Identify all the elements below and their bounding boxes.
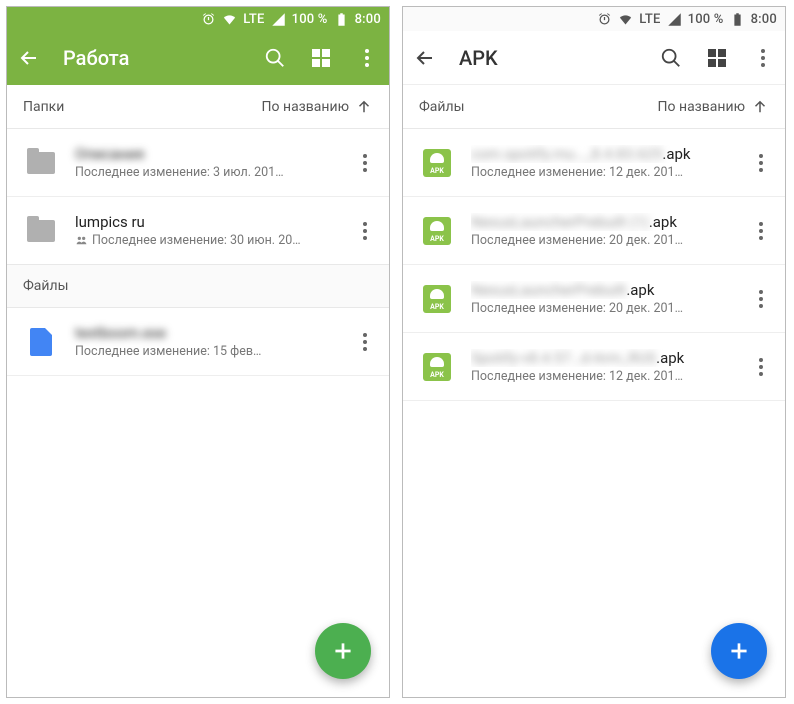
alarm-icon <box>201 12 216 27</box>
apk-icon: APK <box>419 285 455 313</box>
item-subtitle: Последнее изменение: 3 июл. 201… <box>75 165 331 180</box>
item-name: NexusLauncherPrebuilt.apk <box>471 281 727 299</box>
item-subtitle: Последнее изменение: 30 июн. 20… <box>75 233 331 248</box>
content-list: APK com.spotify.mu…_8.4.83.625.apk После… <box>403 129 785 697</box>
section-header-folders: Папки По названию <box>7 85 389 129</box>
item-more-button[interactable] <box>743 349 779 385</box>
file-row[interactable]: APK com.spotify.mu…_8.4.83.625.apk После… <box>403 129 785 197</box>
signal-icon <box>667 12 682 27</box>
item-subtitle: Последнее изменение: 20 дек. 201… <box>471 301 727 316</box>
overflow-button[interactable] <box>355 46 379 70</box>
app-bar: APK <box>403 31 785 85</box>
sort-label: По названию <box>658 99 745 115</box>
sort-label: По названию <box>262 99 349 115</box>
phone-left: LTE 100 % 8:00 Работа Папки По названию <box>6 6 390 698</box>
item-more-button[interactable] <box>743 145 779 181</box>
battery-pct: 100 % <box>688 12 724 27</box>
back-button[interactable] <box>413 46 437 70</box>
search-button[interactable] <box>659 46 683 70</box>
item-name: textboom.exe <box>75 324 331 342</box>
network-label: LTE <box>639 12 660 27</box>
file-icon <box>23 328 59 356</box>
file-row[interactable]: APK NexusLauncherPrebuilt.apk Последнее … <box>403 265 785 333</box>
sort-button[interactable]: По названию <box>262 98 373 116</box>
folder-icon <box>23 220 59 242</box>
phone-right: LTE 100 % 8:00 APK Файлы По названию <box>402 6 786 698</box>
battery-pct: 100 % <box>292 12 328 27</box>
file-row[interactable]: textboom.exe Последнее изменение: 15 фев… <box>7 308 389 376</box>
section-header-files: Файлы По названию <box>403 85 785 129</box>
apk-icon: APK <box>419 149 455 177</box>
content-list: Описания Последнее изменение: 3 июл. 201… <box>7 129 389 697</box>
status-bar: LTE 100 % 8:00 <box>403 7 785 31</box>
item-more-button[interactable] <box>743 281 779 317</box>
fab-add[interactable] <box>711 623 767 679</box>
item-subtitle: Последнее изменение: 20 дек. 201… <box>471 233 727 248</box>
item-name: Spotify-v8.4.57…d-Arm_RUS.apk <box>471 349 727 367</box>
file-row[interactable]: APK Spotify-v8.4.57…d-Arm_RUS.apk Послед… <box>403 333 785 401</box>
clock: 8:00 <box>751 12 777 27</box>
signal-icon <box>271 12 286 27</box>
item-name: lumpics ru <box>75 213 331 231</box>
item-more-button[interactable] <box>347 145 383 181</box>
network-label: LTE <box>243 12 264 27</box>
shared-icon <box>75 234 88 247</box>
arrow-up-icon <box>751 98 769 116</box>
clock: 8:00 <box>355 12 381 27</box>
app-bar: Работа <box>7 31 389 85</box>
item-name: NexusLauncherPrebuilt (1).apk <box>471 213 727 231</box>
wifi-icon <box>222 12 237 27</box>
item-subtitle: Последнее изменение: 12 дек. 201… <box>471 369 727 384</box>
item-name: Описания <box>75 145 331 163</box>
item-name: com.spotify.mu…_8.4.83.625.apk <box>471 145 727 163</box>
battery-icon <box>334 12 349 27</box>
alarm-icon <box>597 12 612 27</box>
overflow-button[interactable] <box>751 46 775 70</box>
item-more-button[interactable] <box>743 213 779 249</box>
search-button[interactable] <box>263 46 287 70</box>
folder-icon <box>23 152 59 174</box>
file-row[interactable]: APK NexusLauncherPrebuilt (1).apk Послед… <box>403 197 785 265</box>
sort-button[interactable]: По названию <box>658 98 769 116</box>
item-subtitle: Последнее изменение: 12 дек. 201… <box>471 165 727 180</box>
page-title: APK <box>459 46 637 70</box>
status-bar: LTE 100 % 8:00 <box>7 7 389 31</box>
page-title: Работа <box>63 46 241 70</box>
folder-row[interactable]: Описания Последнее изменение: 3 июл. 201… <box>7 129 389 197</box>
item-subtitle: Последнее изменение: 15 фев… <box>75 344 331 359</box>
apk-icon: APK <box>419 353 455 381</box>
grid-view-button[interactable] <box>705 46 729 70</box>
item-more-button[interactable] <box>347 213 383 249</box>
grid-view-button[interactable] <box>309 46 333 70</box>
battery-icon <box>730 12 745 27</box>
section-label: Файлы <box>23 278 373 294</box>
item-more-button[interactable] <box>347 324 383 360</box>
folder-row[interactable]: lumpics ru Последнее изменение: 30 июн. … <box>7 197 389 265</box>
section-header-files: Файлы <box>7 264 389 308</box>
plus-icon <box>726 638 752 664</box>
apk-icon: APK <box>419 217 455 245</box>
section-label: Папки <box>23 99 262 115</box>
arrow-up-icon <box>355 98 373 116</box>
plus-icon <box>330 638 356 664</box>
section-label: Файлы <box>419 99 658 115</box>
wifi-icon <box>618 12 633 27</box>
back-button[interactable] <box>17 46 41 70</box>
fab-add[interactable] <box>315 623 371 679</box>
